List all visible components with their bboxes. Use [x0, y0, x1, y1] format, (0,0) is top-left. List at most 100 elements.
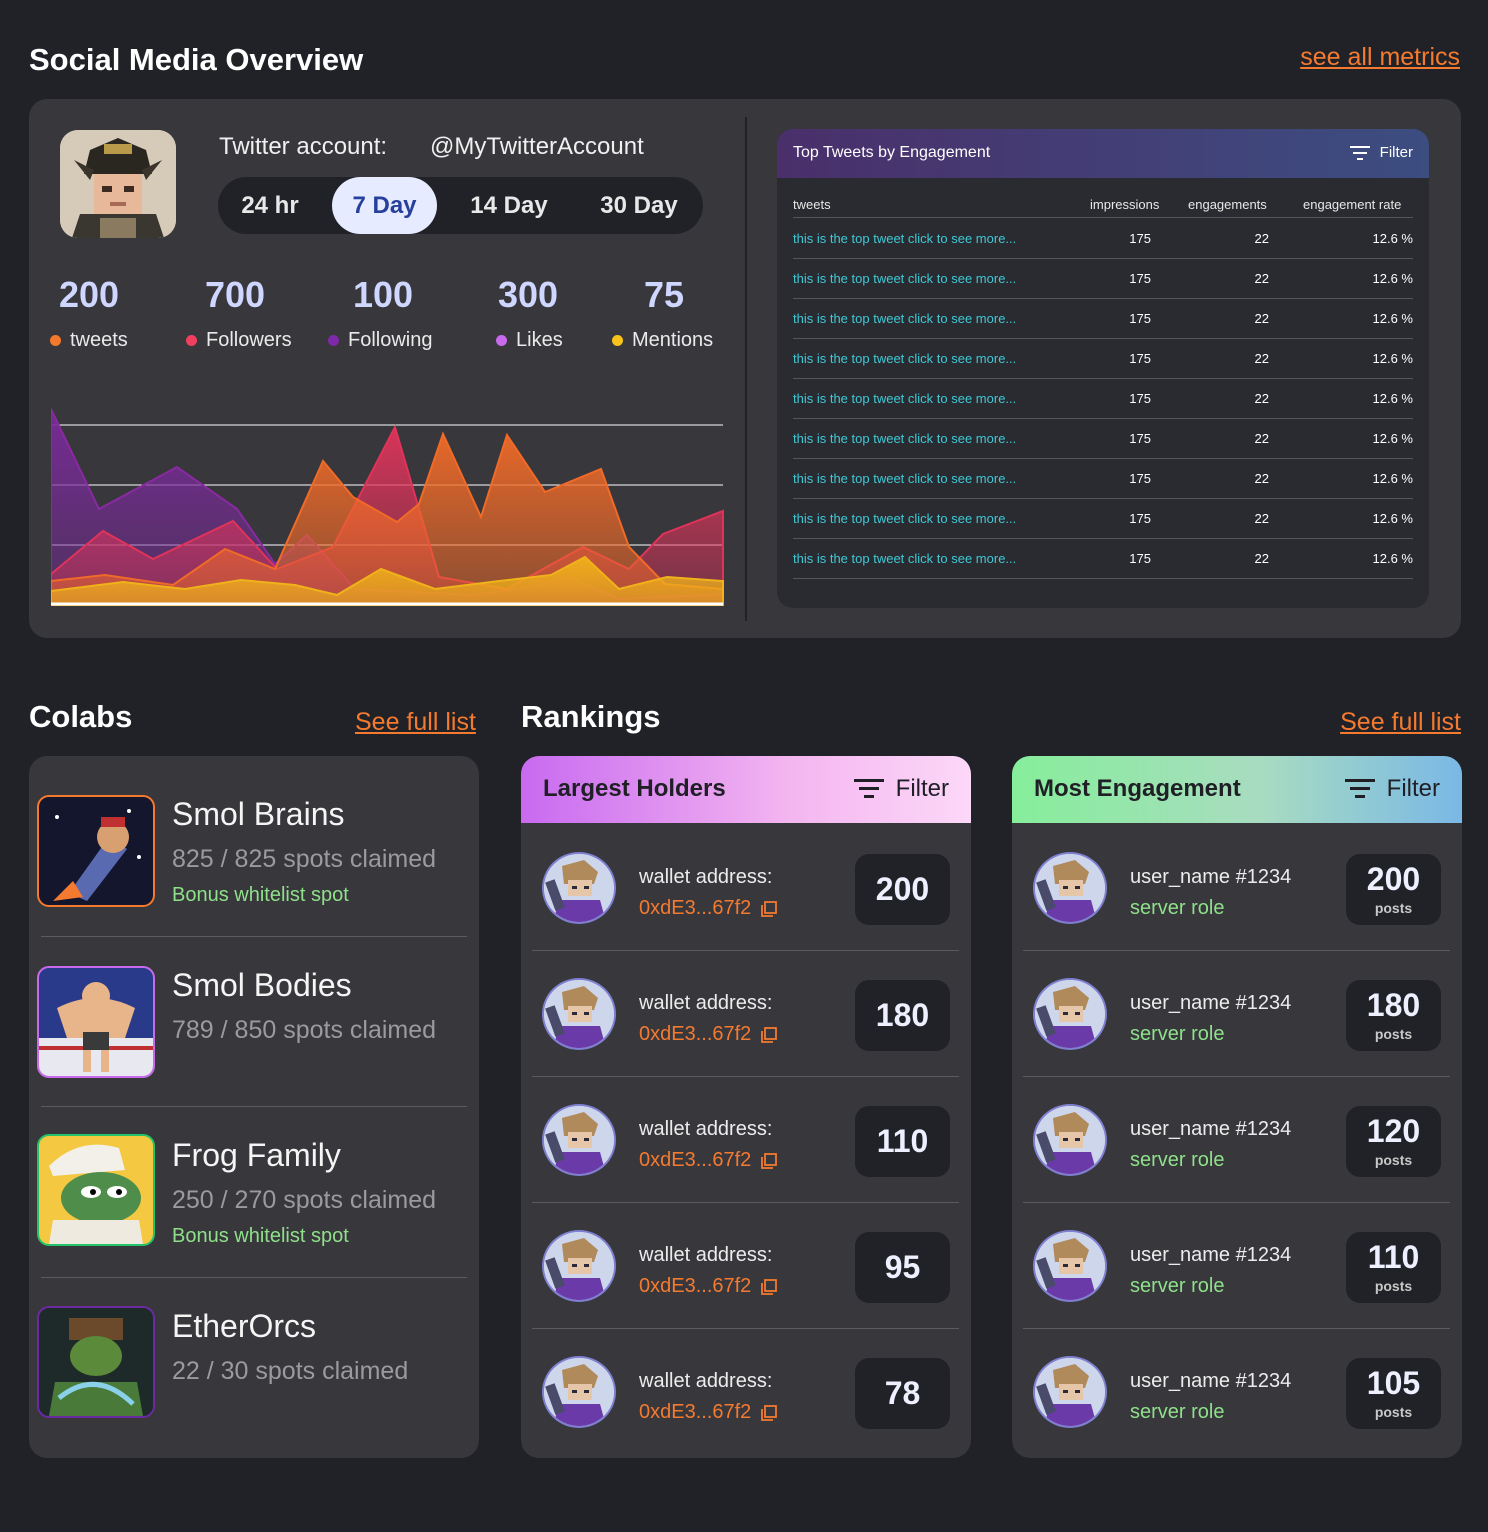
wallet-address[interactable]: 0xdE3...67f2 — [639, 897, 778, 920]
engagement-row[interactable]: user_name #1234 server role 105 posts — [1023, 1329, 1450, 1455]
server-role: server role — [1130, 897, 1224, 920]
engagements-cell: 22 — [1254, 391, 1269, 406]
copy-icon[interactable] — [761, 900, 778, 917]
colab-name[interactable]: Frog Family — [172, 1137, 341, 1174]
engagement-row[interactable]: user_name #1234 server role 110 posts — [1023, 1203, 1450, 1329]
impressions-cell: 175 — [1129, 471, 1151, 486]
user-name: user_name #1234 — [1130, 1244, 1292, 1266]
holder-row[interactable]: wallet address: 0xdE3...67f2 180 — [532, 951, 959, 1077]
tweet-link[interactable]: this is the top tweet click to see more.… — [793, 339, 1016, 379]
wallet-address[interactable]: 0xdE3...67f2 — [639, 1149, 778, 1172]
etherorcs-image — [37, 1306, 155, 1418]
tweet-link[interactable]: this is the top tweet click to see more.… — [793, 299, 1016, 339]
copy-icon[interactable] — [761, 1404, 778, 1421]
table-row[interactable]: this is the top tweet click to see more.… — [793, 339, 1413, 379]
holder-row[interactable]: wallet address: 0xdE3...67f2 110 — [532, 1077, 959, 1203]
colab-name[interactable]: EtherOrcs — [172, 1308, 316, 1345]
engagement-row[interactable]: user_name #1234 server role 200 posts — [1023, 825, 1450, 951]
post-unit: posts — [1374, 1026, 1413, 1042]
engagements-cell: 22 — [1254, 271, 1269, 286]
holder-row[interactable]: wallet address: 0xdE3...67f2 200 — [532, 825, 959, 951]
holding-count-badge: 180 — [855, 980, 950, 1051]
user-avatar — [1033, 852, 1107, 924]
tweet-link[interactable]: this is the top tweet click to see more.… — [793, 499, 1016, 539]
server-role-text: server role — [1130, 1023, 1225, 1045]
impressions-cell: 175 — [1129, 351, 1151, 366]
top-tweets-filter-button[interactable]: Filter — [1349, 144, 1413, 161]
post-count: 200 — [1366, 861, 1421, 897]
user-name: user_name #1234 — [1130, 1370, 1292, 1392]
stat-value: 700 — [205, 274, 266, 315]
engagement-row[interactable]: user_name #1234 server role 180 posts — [1023, 951, 1450, 1077]
divider — [41, 936, 467, 937]
user-avatar — [1033, 1104, 1107, 1176]
copy-icon[interactable] — [761, 1152, 778, 1169]
table-row[interactable]: this is the top tweet click to see more.… — [793, 419, 1413, 459]
post-unit: posts — [1374, 1152, 1413, 1168]
table-row[interactable]: this is the top tweet click to see more.… — [793, 499, 1413, 539]
see-all-metrics-link[interactable]: see all metrics — [1300, 43, 1460, 72]
post-count: 120 — [1366, 1113, 1421, 1149]
rankings-see-full-list-link[interactable]: See full list — [1340, 708, 1461, 737]
twitter-handle[interactable]: @MyTwitterAccount — [430, 133, 644, 161]
wallet-address[interactable]: 0xdE3...67f2 — [639, 1023, 778, 1046]
table-row[interactable]: this is the top tweet click to see more.… — [793, 219, 1413, 259]
stat-label: Following — [348, 329, 433, 351]
most-engagement-filter-button[interactable]: Filter — [1344, 775, 1440, 803]
top-tweets-title: Top Tweets by Engagement — [793, 144, 991, 161]
engagements-cell: 22 — [1254, 311, 1269, 326]
server-role: server role — [1130, 1401, 1224, 1424]
colabs-card: Smol Brains 825 / 825 spots claimed Bonu… — [29, 756, 479, 1458]
holder-row[interactable]: wallet address: 0xdE3...67f2 95 — [532, 1203, 959, 1329]
top-tweets-header: Top Tweets by Engagement Filter — [777, 129, 1429, 178]
colabs-title: Colabs — [29, 699, 133, 734]
tweet-link[interactable]: this is the top tweet click to see more.… — [793, 419, 1016, 459]
table-row[interactable]: this is the top tweet click to see more.… — [793, 459, 1413, 499]
engagement-rate-cell: 12.6 % — [1372, 231, 1413, 246]
wallet-address[interactable]: 0xdE3...67f2 — [639, 1275, 778, 1298]
period-30day-button[interactable]: 30 Day — [574, 177, 704, 234]
user-avatar — [1033, 978, 1107, 1050]
tweet-link[interactable]: this is the top tweet click to see more.… — [793, 219, 1016, 259]
tweet-link[interactable]: this is the top tweet click to see more.… — [793, 459, 1016, 499]
tweet-link[interactable]: this is the top tweet click to see more.… — [793, 259, 1016, 299]
overview-divider — [745, 117, 747, 621]
colabs-see-full-list-link[interactable]: See full list — [355, 708, 476, 737]
stat-value: 75 — [644, 274, 685, 315]
table-row[interactable]: this is the top tweet click to see more.… — [793, 379, 1413, 419]
user-avatar — [1033, 1230, 1107, 1302]
engagement-rate-cell: 12.6 % — [1372, 471, 1413, 486]
divider — [41, 1277, 467, 1278]
table-row[interactable]: this is the top tweet click to see more.… — [793, 299, 1413, 339]
holder-avatar — [542, 852, 616, 924]
engagement-rate-cell: 12.6 % — [1372, 511, 1413, 526]
server-role-text: server role — [1130, 897, 1225, 919]
period-7day-button[interactable]: 7 Day — [332, 177, 437, 234]
colab-name[interactable]: Smol Bodies — [172, 967, 352, 1004]
col-tweets: tweets — [793, 197, 831, 212]
stat-label: Followers — [206, 329, 292, 351]
table-row[interactable]: this is the top tweet click to see more.… — [793, 539, 1413, 579]
tweet-link[interactable]: this is the top tweet click to see more.… — [793, 379, 1016, 419]
server-role: server role — [1130, 1275, 1224, 1298]
colab-name[interactable]: Smol Brains — [172, 796, 345, 833]
most-engagement-header: Most Engagement Filter — [1012, 756, 1462, 823]
col-impressions: impressions — [1090, 197, 1160, 212]
most-engagement-title: Most Engagement — [1034, 775, 1241, 802]
tweet-link[interactable]: this is the top tweet click to see more.… — [793, 539, 1016, 579]
period-24hr-button[interactable]: 24 hr — [218, 177, 322, 234]
table-row[interactable]: this is the top tweet click to see more.… — [793, 259, 1413, 299]
stat-value: 100 — [353, 274, 414, 315]
holder-row[interactable]: wallet address: 0xdE3...67f2 78 — [532, 1329, 959, 1455]
rankings-title: Rankings — [521, 699, 661, 734]
period-14day-button[interactable]: 14 Day — [444, 177, 574, 234]
legend-dot — [612, 335, 623, 346]
copy-icon[interactable] — [761, 1278, 778, 1295]
largest-holders-filter-button[interactable]: Filter — [853, 775, 949, 803]
legend-dot — [50, 335, 61, 346]
wallet-address[interactable]: 0xdE3...67f2 — [639, 1401, 778, 1424]
engagement-rate-cell: 12.6 % — [1372, 391, 1413, 406]
smol-bodies-image — [37, 966, 155, 1078]
engagement-row[interactable]: user_name #1234 server role 120 posts — [1023, 1077, 1450, 1203]
copy-icon[interactable] — [761, 1026, 778, 1043]
